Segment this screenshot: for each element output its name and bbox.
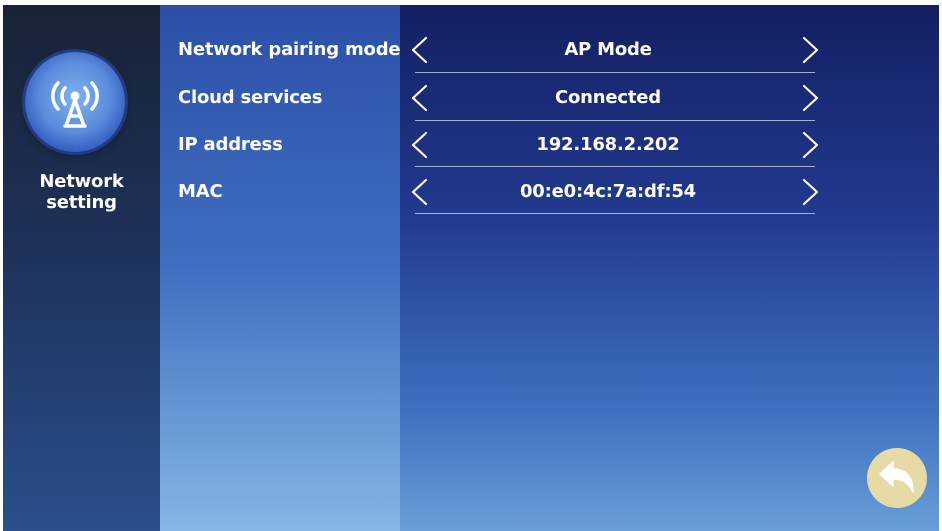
row-divider (415, 120, 815, 121)
chevron-left-icon[interactable] (408, 84, 430, 112)
chevron-right-icon[interactable] (800, 84, 822, 112)
network-setting-category[interactable] (25, 52, 125, 152)
row-divider (415, 213, 815, 214)
row-divider (415, 72, 815, 73)
setting-label-cloud-services: Cloud services (178, 87, 323, 108)
back-button[interactable] (867, 448, 927, 508)
category-label: Network setting (39, 171, 124, 213)
chevron-right-icon[interactable] (800, 131, 822, 159)
chevron-right-icon[interactable] (800, 36, 822, 64)
chevron-left-icon[interactable] (408, 178, 430, 206)
chevron-left-icon[interactable] (408, 36, 430, 64)
back-arrow-icon (879, 461, 914, 493)
chevron-left-icon[interactable] (408, 131, 430, 159)
setting-value-mac: 00:e0:4c:7a:df:54 (519, 181, 696, 202)
chevron-right-icon[interactable] (800, 178, 822, 206)
setting-value-ip-address: 192.168.2.202 (536, 134, 680, 155)
settings-values-area (400, 5, 939, 531)
setting-label-network-pairing-mode: Network pairing mode (178, 39, 401, 60)
setting-value-network-pairing-mode: AP Mode (564, 39, 652, 60)
device-screen: Network setting Network pairing mode AP … (3, 5, 939, 531)
setting-value-cloud-services: Connected (555, 87, 661, 108)
setting-label-mac: MAC (178, 181, 223, 202)
settings-labels-column (160, 5, 400, 531)
setting-label-ip-address: IP address (178, 134, 283, 155)
antenna-signal-icon (51, 81, 99, 128)
row-divider (415, 166, 815, 167)
